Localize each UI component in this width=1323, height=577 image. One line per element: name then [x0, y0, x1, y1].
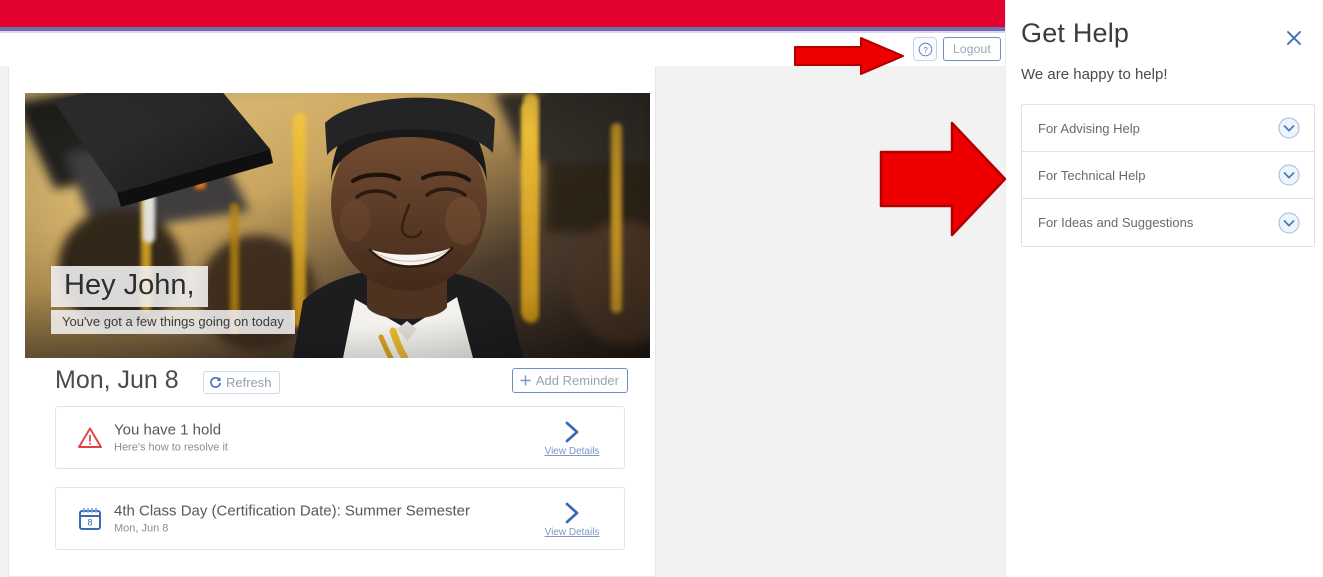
close-icon [1287, 31, 1301, 45]
list-item-body: 4th Class Day (Certification Date): Summ… [114, 501, 470, 536]
hero-greeting: Hey John, [51, 265, 208, 307]
accordion-item-ideas-suggestions[interactable]: For Ideas and Suggestions [1022, 199, 1314, 246]
chevron-down-circle-icon [1278, 117, 1300, 139]
list-item-subtitle: Mon, Jun 8 [114, 522, 169, 535]
current-date-label: Mon, Jun 8 [55, 366, 179, 394]
dashboard-card: Hey John, You've got a few things going … [8, 66, 656, 577]
list-item-body: You have 1 hold Here's how to resolve it [114, 420, 228, 455]
annotation-arrow-get-help [879, 121, 1007, 237]
list-item-title: 4th Class Day (Certification Date): Summ… [114, 502, 470, 520]
get-help-panel: Get Help We are happy to help! For Advis… [1005, 0, 1323, 577]
add-reminder-label: Add Reminder [535, 373, 619, 388]
main-content-area: Hey John, You've got a few things going … [0, 66, 1005, 577]
svg-text:?: ? [923, 45, 928, 54]
chevron-down-circle-icon [1278, 164, 1300, 186]
chevron-right-icon [565, 502, 579, 523]
logout-button[interactable]: Logout [943, 37, 1001, 61]
help-button[interactable]: ? [913, 37, 937, 61]
hero-subtitle: You've got a few things going on today [51, 310, 295, 334]
view-details-label: View Details [544, 526, 600, 538]
accordion-label: For Advising Help [1038, 120, 1140, 136]
chevron-right-icon [565, 421, 579, 442]
refresh-label: Refresh [226, 375, 272, 390]
chevron-down-circle-icon [1278, 212, 1300, 234]
view-details-label: View Details [544, 445, 600, 457]
logout-label: Logout [953, 42, 991, 56]
hero-banner: Hey John, You've got a few things going … [25, 93, 650, 358]
accordion-item-technical-help[interactable]: For Technical Help [1022, 152, 1314, 199]
get-help-title: Get Help [1021, 18, 1130, 48]
calendar-icon: 8 [76, 505, 104, 533]
list-item[interactable]: 8 4th Class Day (Certification Date): Su… [55, 487, 625, 550]
reminder-list: You have 1 hold Here's how to resolve it… [55, 406, 625, 568]
plus-icon [520, 375, 531, 386]
get-help-accordion: For Advising Help For Technical Help For… [1021, 104, 1315, 247]
list-item-subtitle: Here's how to resolve it [114, 441, 228, 454]
accordion-label: For Technical Help [1038, 167, 1146, 183]
list-item-title: You have 1 hold [114, 421, 222, 439]
view-details-link[interactable]: View Details [538, 500, 606, 538]
refresh-icon [210, 376, 221, 388]
brand-banner [0, 0, 1005, 27]
add-reminder-button[interactable]: Add Reminder [511, 368, 628, 393]
app-root: ? Logout Hey John, You've got a few thin… [0, 0, 1323, 577]
refresh-button[interactable]: Refresh [203, 371, 280, 394]
view-details-link[interactable]: View Details [538, 419, 606, 457]
get-help-subtitle: We are happy to help! [1021, 66, 1168, 83]
warning-triangle-icon [76, 424, 104, 452]
list-item[interactable]: You have 1 hold Here's how to resolve it… [55, 406, 625, 469]
question-circle-icon: ? [918, 42, 932, 56]
annotation-arrow-logout [794, 37, 904, 75]
hero-text-overlay: Hey John, You've got a few things going … [51, 265, 295, 334]
dashboard-date-row: Mon, Jun 8 Refresh Add Reminder [25, 366, 650, 400]
close-button[interactable] [1283, 27, 1305, 49]
accordion-label: For Ideas and Suggestions [1038, 215, 1194, 230]
accordion-item-advising-help[interactable]: For Advising Help [1022, 105, 1314, 152]
calendar-day-number: 8 [87, 517, 92, 527]
